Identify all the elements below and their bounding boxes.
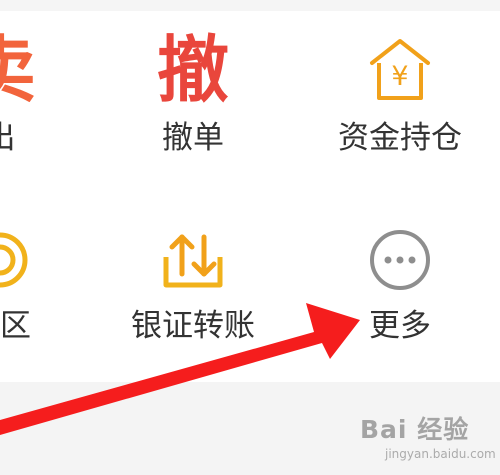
house-yen-icon: ¥ <box>370 39 430 100</box>
cancel-order-icon: 撤 <box>156 28 229 112</box>
sell-icon: 卖 <box>0 20 80 120</box>
transfer-icon <box>113 210 273 310</box>
app-grid-screen: 卖 出 撤 撤单 ¥ 资金持仓 专区 <box>0 0 500 475</box>
more-circle-icon <box>370 230 430 290</box>
menu-item-zone[interactable]: 专区 <box>0 210 80 350</box>
transfer-arrows-icon <box>163 234 223 288</box>
top-divider <box>0 0 500 11</box>
zone-icon <box>0 210 80 310</box>
menu-item-label: 银证转账 <box>131 308 255 344</box>
watermark-url: jingyan.baidu.com <box>385 447 496 461</box>
funds-holdings-icon: ¥ <box>320 20 480 120</box>
menu-item-bank-securities-transfer[interactable]: 银证转账 <box>113 210 273 350</box>
more-icon <box>320 210 480 310</box>
svg-text:¥: ¥ <box>391 61 408 92</box>
menu-item-funds-holdings[interactable]: ¥ 资金持仓 <box>320 20 480 160</box>
menu-item-more[interactable]: 更多 <box>320 210 480 350</box>
menu-item-label: 撤单 <box>162 120 224 156</box>
menu-item-label: 更多 <box>369 308 431 344</box>
menu-item-label: 资金持仓 <box>338 120 462 156</box>
menu-item-sell[interactable]: 卖 出 <box>0 20 80 160</box>
zone-circle-icon <box>0 232 28 288</box>
menu-item-label: 出 <box>0 118 80 158</box>
menu-item-label: 专区 <box>0 308 31 344</box>
menu-item-cancel-order[interactable]: 撤 撤单 <box>113 20 273 160</box>
